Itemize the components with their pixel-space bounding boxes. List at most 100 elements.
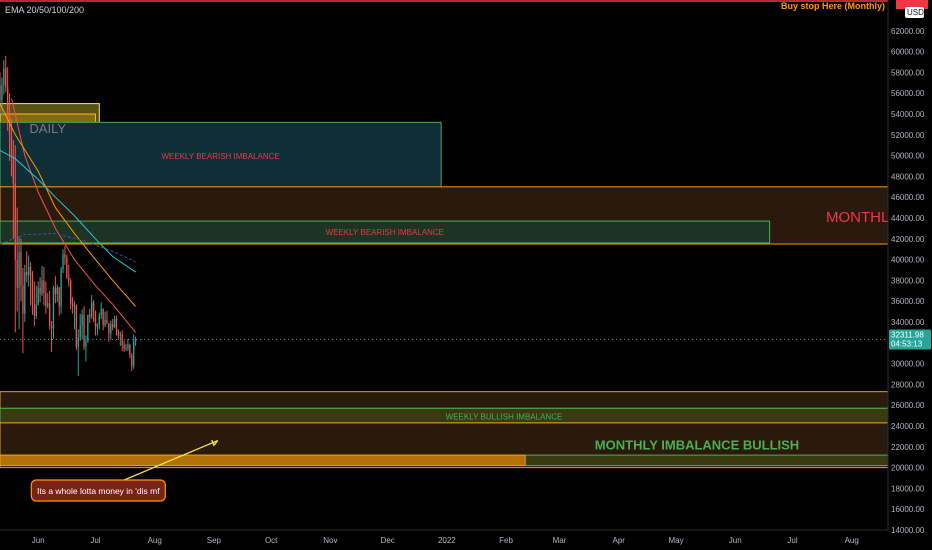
label-weekly-bullish: WEEKLY BULLISH IMBALANCE (446, 413, 563, 422)
callout-text: Its a whole lotta money in 'dis mf (37, 486, 160, 496)
price-axis: 14000.00 16000.00 18000.00 20000.00 22000.00… (887, 0, 932, 550)
candle-body (68, 277, 70, 281)
zone-weekly_bull (0, 407, 889, 424)
price-tick-label: 20000.00 (891, 464, 925, 473)
candle-body (5, 68, 7, 87)
time-tick-label: 2022 (438, 536, 456, 545)
candle-body (10, 134, 13, 156)
candle-body (71, 303, 74, 307)
price-tick-label: 30000.00 (891, 360, 925, 369)
candle-body (96, 324, 99, 328)
label-daily: DAILY (29, 121, 66, 136)
candle-body (90, 302, 93, 317)
candle-body (73, 305, 76, 307)
time-tick-label: Aug (845, 536, 859, 545)
candle-body (8, 116, 11, 135)
candle-body (14, 183, 16, 260)
candle-body (58, 287, 60, 307)
time-tick-label: Dec (381, 536, 395, 545)
label-monthly-bullish: MONTHLY IMBALANCE BULLISH (595, 438, 799, 453)
candle-body (43, 280, 45, 293)
price-tick-label: 26000.00 (891, 401, 925, 410)
candle-body (110, 324, 112, 334)
price-tick-label: 22000.00 (891, 443, 925, 452)
price-tick-label: 38000.00 (891, 276, 925, 285)
zone-orange_bar (0, 454, 526, 467)
candle-body (66, 257, 68, 278)
price-tick-label: 54000.00 (891, 110, 925, 119)
price-tick-label: 44000.00 (891, 214, 925, 223)
price-tick-label: 52000.00 (891, 131, 925, 140)
candle-body (115, 318, 118, 332)
candle-body (123, 344, 125, 350)
candle-body (75, 305, 78, 347)
price-tick-label: 18000.00 (891, 484, 925, 493)
time-tick-label: May (668, 536, 683, 545)
candle-body (3, 68, 5, 85)
candle-body (47, 303, 49, 307)
candle-body (77, 337, 79, 347)
candle-body (113, 318, 116, 328)
candle-body (119, 334, 121, 336)
price-tick-label: 36000.00 (891, 297, 925, 306)
candle-body (87, 314, 89, 341)
candle-body (27, 266, 30, 276)
candle-body (112, 324, 114, 328)
callout-box: Its a whole lotta money in 'dis mf (30, 479, 166, 502)
price-tick-label: 42000.00 (891, 235, 925, 244)
candle-body (35, 304, 37, 316)
candle-body (48, 303, 51, 327)
price-tick-label: 24000.00 (891, 422, 925, 431)
candle-body (79, 325, 81, 338)
candle-body (94, 311, 97, 328)
label-weekly-bearish-2: WEEKLY BEARISH IMBALANCE (326, 228, 444, 237)
candle-body (52, 287, 55, 329)
candle-body (127, 344, 129, 348)
price-tick-label: 50000.00 (891, 152, 925, 161)
candle-body (81, 314, 83, 326)
candle-body (106, 319, 108, 324)
candle-body (108, 323, 110, 334)
candle-body (37, 287, 39, 305)
candle-body (29, 266, 32, 276)
candle-body (33, 304, 36, 316)
candle-body (131, 355, 133, 366)
candle-body (98, 314, 100, 325)
candle-body (56, 287, 58, 294)
candle-body (60, 268, 62, 307)
candle-body (20, 252, 22, 286)
time-tick-label: Oct (265, 536, 278, 545)
time-tick-label: Sep (207, 536, 222, 545)
time-tick-label: Jul (90, 536, 100, 545)
price-tick-label: 28000.00 (891, 380, 925, 389)
candle-body (54, 287, 57, 294)
buy-stop-note: Buy stop Here (Monthly) (781, 1, 885, 11)
time-tick-label: Jun (32, 536, 45, 545)
candle-body (100, 308, 102, 315)
time-tick-label: Mar (553, 536, 567, 545)
candle-body (69, 280, 72, 304)
chart-root[interactable]: DAILY WEEKLY BEARISH IMBALANCE WEEKLY BEAR… (0, 0, 932, 550)
price-tick-label: 60000.00 (891, 48, 925, 57)
candle-body (85, 340, 87, 347)
indicator-legend[interactable]: EMA 20/50/100/200 (5, 5, 84, 15)
candle-body (102, 308, 104, 326)
candle-body (1, 84, 3, 101)
candle-body (50, 326, 53, 329)
price-tick-label: 46000.00 (891, 193, 925, 202)
candle-body (24, 272, 26, 314)
time-axis: Jun Jul Aug Sep Oct Nov Dec 2022 Feb Mar Apr May Jun… (0, 529, 888, 545)
imbalance-zones (0, 103, 889, 469)
candle-body (26, 272, 28, 276)
candle-body (133, 341, 135, 366)
time-tick-label: Feb (499, 536, 513, 545)
price-tick-label: 34000.00 (891, 318, 925, 327)
candle-body (121, 334, 123, 345)
candle-body (125, 348, 127, 350)
chart-canvas[interactable]: DAILY WEEKLY BEARISH IMBALANCE WEEKLY BEAR… (0, 0, 932, 550)
time-tick-label: Jun (729, 536, 742, 545)
candle-body (22, 285, 24, 314)
zone-orange_band (0, 391, 889, 409)
time-tick-label: Nov (323, 536, 337, 545)
price-tick-label: 16000.00 (891, 505, 925, 514)
